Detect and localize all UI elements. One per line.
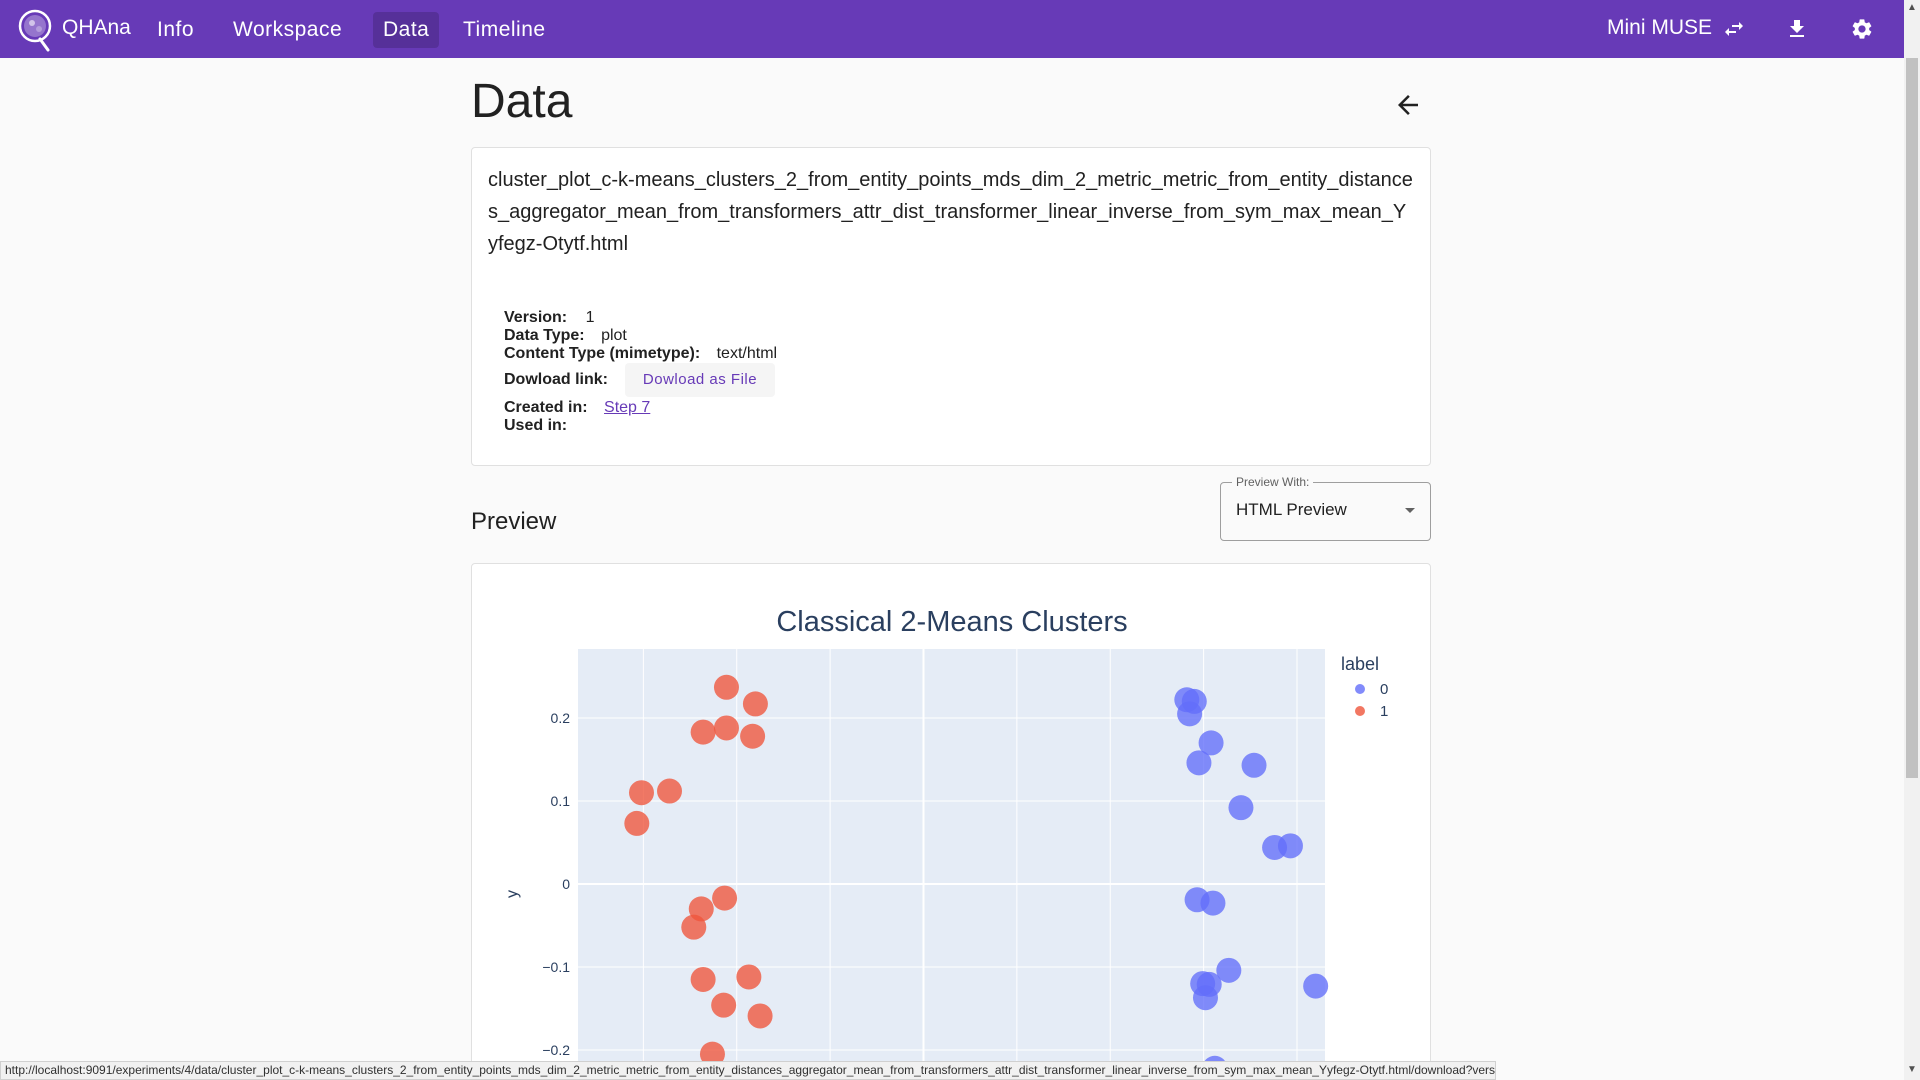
y-axis-label: y [504,890,521,898]
app-brand[interactable]: QHAna [62,16,131,40]
nav-data[interactable]: Data [373,12,440,48]
cluster-scatter-plot[interactable]: 0.2 0.1 0 −0.1 −0.2 Classical 2-Means Cluste… [472,564,1431,1080]
nav-workspace[interactable]: Workspace [223,12,352,48]
scatter-point-label-1[interactable] [713,715,739,741]
scatter-point-label-0[interactable] [1192,985,1218,1011]
settings-icon[interactable] [1850,17,1874,41]
scroll-up-arrow-icon[interactable]: ▲ [1906,2,1918,14]
scatter-point-label-1[interactable] [742,691,768,717]
scatter-point-label-1[interactable] [628,780,654,806]
scroll-down-arrow-icon[interactable]: ▼ [1906,1064,1918,1076]
version-row: Version: 1 [504,309,595,327]
data-type-row: Data Type: plot [504,327,627,345]
page-title: Data [471,75,573,128]
scatter-point-label-1[interactable] [681,914,707,940]
scatter-point-label-1[interactable] [712,885,738,911]
swap-icon[interactable] [1722,17,1746,41]
scatter-point-label-1[interactable] [690,966,716,992]
scatter-point-label-1[interactable] [711,992,737,1018]
scatter-point-label-1[interactable] [740,723,766,749]
app-bar: QHAna Info Workspace Data Timeline Mini … [0,0,1904,58]
browser-status-url: http://localhost:9091/experiments/4/data… [0,1061,1496,1080]
y-tick-label: −0.1 [542,959,570,975]
y-tick-labels: 0.2 0.1 0 −0.1 −0.2 [542,710,570,1058]
scatter-point-label-1[interactable] [736,964,762,990]
version-label: Version: [504,309,568,326]
used-row: Used in: [504,417,567,435]
scrollbar-thumb[interactable] [1906,58,1918,778]
qhana-logo-icon[interactable] [18,6,54,52]
scatter-point-label-1[interactable] [690,719,716,745]
download-file-button[interactable]: Dowload as File [625,363,775,397]
legend-marker[interactable] [1355,684,1365,694]
scatter-point-label-0[interactable] [1200,890,1226,916]
preview-card: 0.2 0.1 0 −0.1 −0.2 Classical 2-Means Cluste… [471,563,1431,1080]
content-type-label: Content Type (mimetype): [504,345,701,362]
legend-marker[interactable] [1355,706,1365,716]
download-icon[interactable] [1785,17,1809,41]
legend-title: label [1341,654,1379,674]
legend-label[interactable]: 1 [1380,703,1388,720]
nav-info[interactable]: Info [147,12,204,48]
scatter-point-label-1[interactable] [657,778,683,804]
created-step-link[interactable]: Step 7 [604,399,650,416]
created-row: Created in: Step 7 [504,399,650,417]
created-label: Created in: [504,399,588,416]
download-label: Dowload link: [504,371,608,388]
plot-area [578,649,1325,1079]
data-type-label: Data Type: [504,327,585,344]
plugin-name[interactable]: Mini MUSE [1607,16,1712,40]
y-tick-label: 0 [562,876,570,892]
chevron-down-icon[interactable] [1404,507,1416,515]
preview-select-legend: Preview With: [1232,475,1314,489]
scatter-point-label-0[interactable] [1241,752,1267,778]
content-type-value: text/html [716,345,778,362]
scatter-point-label-1[interactable] [624,810,650,836]
used-label: Used in: [504,417,568,434]
scatter-point-label-0[interactable] [1186,750,1212,776]
legend[interactable]: 01 [1355,681,1388,720]
scatter-point-label-1[interactable] [713,674,739,700]
scatter-point-label-0[interactable] [1216,957,1242,983]
back-arrow-icon[interactable] [1393,90,1423,120]
scatter-point-label-0[interactable] [1303,973,1329,999]
scatter-point-label-1[interactable] [747,1003,773,1029]
y-tick-label: 0.2 [551,710,571,726]
preview-select-value[interactable]: HTML Preview [1236,500,1347,520]
content-type-row: Content Type (mimetype): text/html [504,345,777,363]
preview-heading: Preview [471,508,557,535]
y-tick-label: −0.2 [542,1042,570,1058]
scatter-point-label-0[interactable] [1177,701,1203,727]
y-tick-label: 0.1 [551,793,571,809]
chart-title: Classical 2-Means Clusters [776,606,1127,638]
download-row: Dowload link: [504,371,608,389]
data-filename: cluster_plot_c-k-means_clusters_2_from_e… [488,169,1413,255]
data-type-value: plot [601,327,627,344]
scatter-point-label-0[interactable] [1228,795,1254,821]
legend-label[interactable]: 0 [1380,681,1388,698]
scatter-point-label-0[interactable] [1277,833,1303,859]
nav-timeline[interactable]: Timeline [453,12,556,48]
version-value: 1 [585,309,595,326]
